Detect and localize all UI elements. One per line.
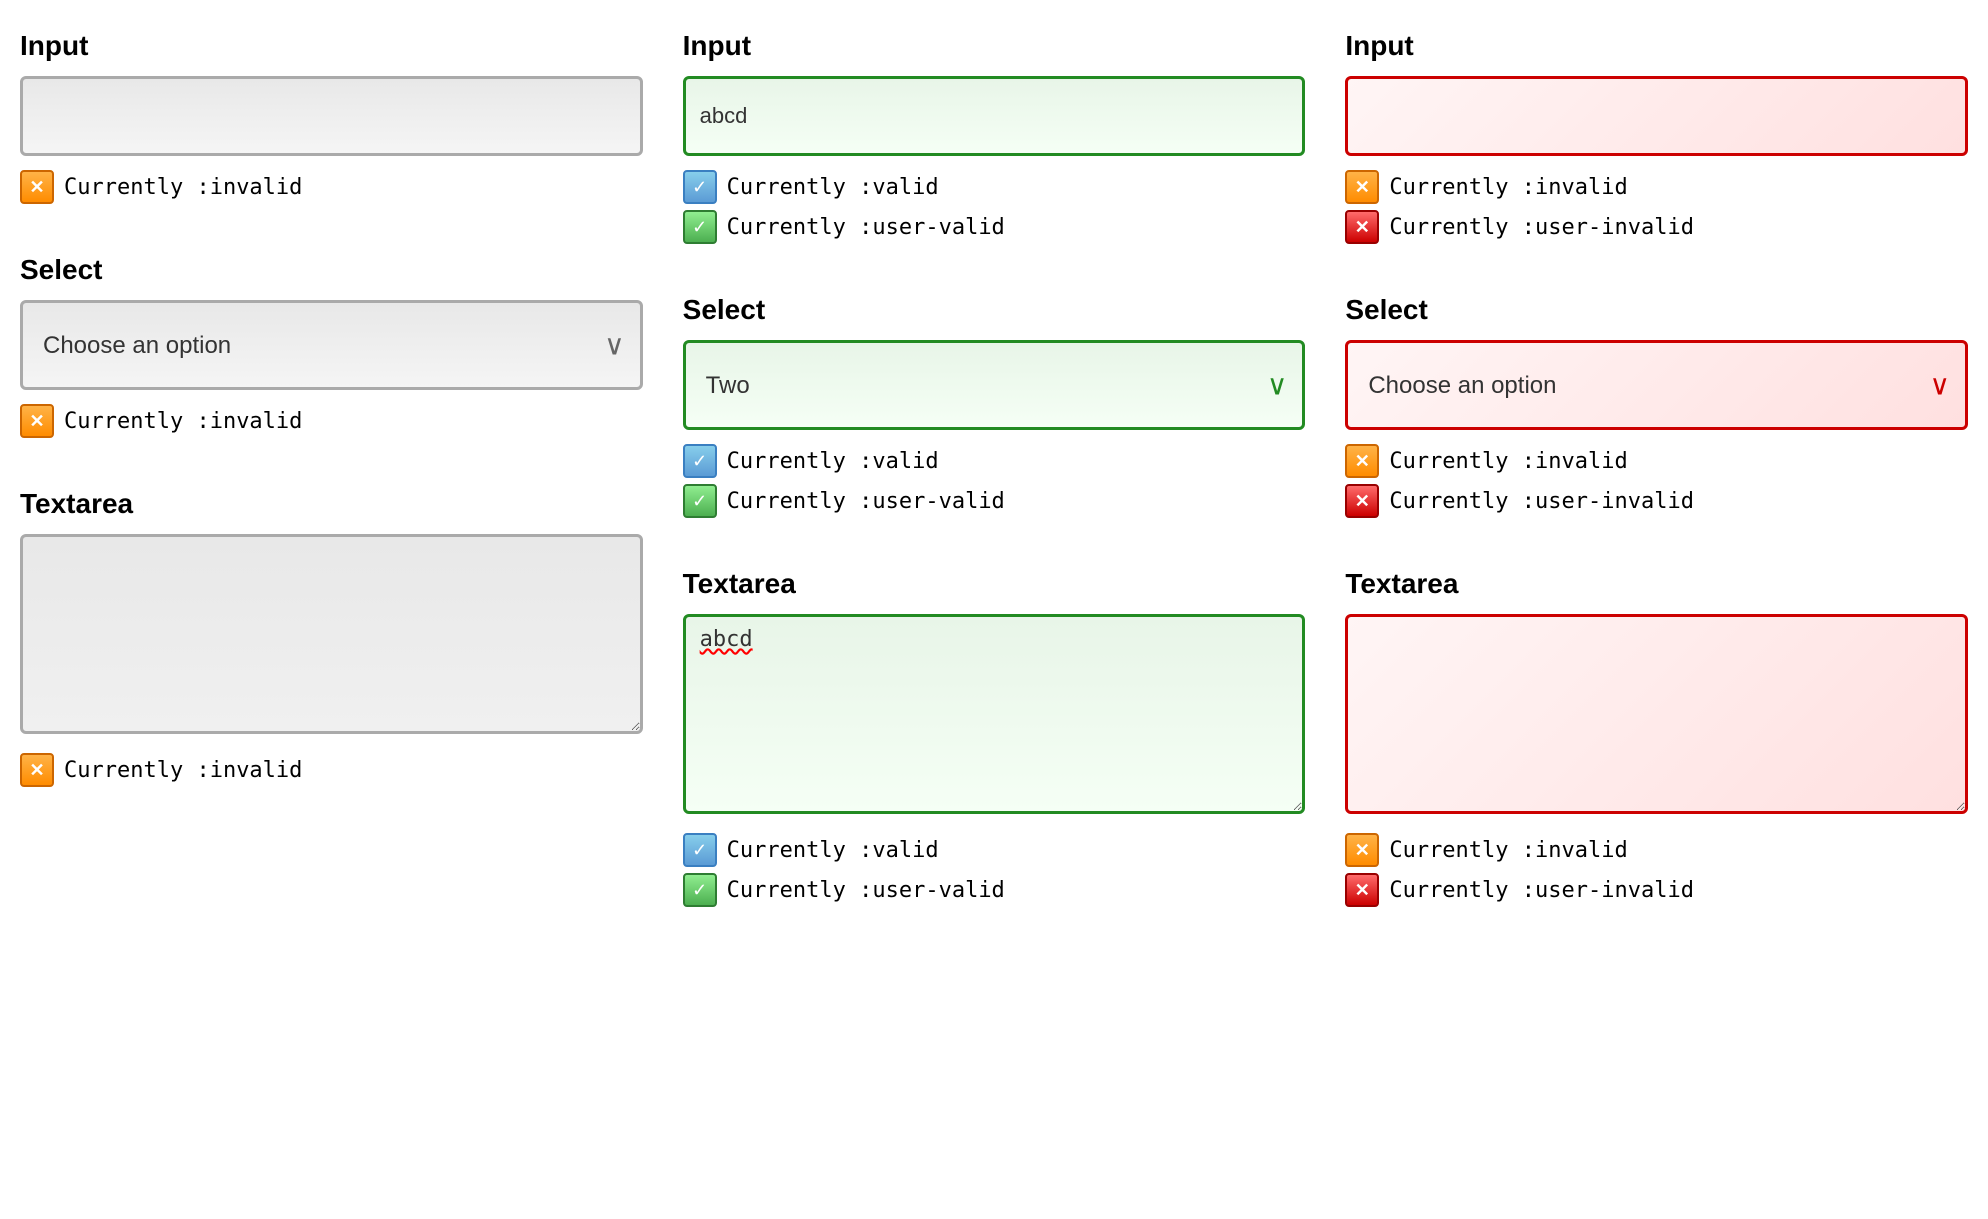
status-item: ✕ Currently :invalid	[20, 753, 643, 787]
select-wrapper-invalid: Choose an option One Two Three ∨	[1345, 340, 1968, 430]
status-list-textarea-invalid: ✕ Currently :invalid ✕ Currently :user-i…	[1345, 833, 1968, 907]
status-item: ✕ Currently :invalid	[20, 170, 643, 204]
textarea-invalid[interactable]	[1345, 614, 1968, 814]
status-list-select-neutral: ✕ Currently :invalid	[20, 404, 643, 438]
status-text: Currently :invalid	[1389, 838, 1627, 863]
section-title-textarea-neutral: Textarea	[20, 488, 643, 520]
status-text: Currently :valid	[727, 449, 939, 474]
section-title-select-neutral: Select	[20, 254, 643, 286]
status-text: Currently :invalid	[1389, 449, 1627, 474]
status-text: Currently :invalid	[1389, 175, 1627, 200]
section-input-invalid: Input ✕ Currently :invalid ✕ Currently :…	[1345, 30, 1968, 244]
status-item-invalid: ✕ Currently :invalid	[1345, 444, 1968, 478]
section-textarea-invalid: Textarea ✕ Currently :invalid ✕ Currentl…	[1345, 568, 1968, 907]
orange-x-icon: ✕	[20, 753, 54, 787]
status-text: Currently :invalid	[64, 409, 302, 434]
textarea-neutral[interactable]	[20, 534, 643, 734]
status-item-user-invalid: ✕ Currently :user-invalid	[1345, 484, 1968, 518]
input-invalid[interactable]	[1345, 76, 1968, 156]
status-text: Currently :user-invalid	[1389, 215, 1694, 240]
section-title-input-neutral: Input	[20, 30, 643, 62]
section-title-input-invalid: Input	[1345, 30, 1968, 62]
select-valid[interactable]: Choose an option One Two Three	[683, 340, 1306, 430]
select-invalid[interactable]: Choose an option One Two Three	[1345, 340, 1968, 430]
blue-check-icon: ✓	[683, 444, 717, 478]
status-text: Currently :valid	[727, 175, 939, 200]
orange-x-icon: ✕	[1345, 444, 1379, 478]
status-item-user-invalid: ✕ Currently :user-invalid	[1345, 873, 1968, 907]
status-text: Currently :user-valid	[727, 878, 1005, 903]
column-invalid: Input ✕ Currently :invalid ✕ Currently :…	[1345, 30, 1968, 957]
status-list-input-invalid: ✕ Currently :invalid ✕ Currently :user-i…	[1345, 170, 1968, 244]
blue-check-icon: ✓	[683, 170, 717, 204]
status-item-valid: ✓ Currently :valid	[683, 444, 1306, 478]
status-item-invalid: ✕ Currently :invalid	[1345, 170, 1968, 204]
status-text: Currently :invalid	[64, 175, 302, 200]
orange-x-icon: ✕	[1345, 833, 1379, 867]
status-list-select-valid: ✓ Currently :valid ✓ Currently :user-val…	[683, 444, 1306, 518]
section-title-textarea-invalid: Textarea	[1345, 568, 1968, 600]
status-text: Currently :user-invalid	[1389, 489, 1694, 514]
status-list-textarea-valid: ✓ Currently :valid ✓ Currently :user-val…	[683, 833, 1306, 907]
status-list-input-neutral: ✕ Currently :invalid	[20, 170, 643, 204]
input-neutral[interactable]	[20, 76, 643, 156]
orange-x-icon: ✕	[20, 404, 54, 438]
section-title-textarea-valid: Textarea	[683, 568, 1306, 600]
section-title-select-invalid: Select	[1345, 294, 1968, 326]
section-textarea-neutral: Textarea ✕ Currently :invalid	[20, 488, 643, 787]
status-text: Currently :user-valid	[727, 215, 1005, 240]
section-select-neutral: Select Choose an option One Two Three ∨ …	[20, 254, 643, 438]
column-neutral: Input ✕ Currently :invalid Select Choose…	[20, 30, 643, 957]
section-title-input-valid: Input	[683, 30, 1306, 62]
orange-x-icon: ✕	[20, 170, 54, 204]
status-text: Currently :user-valid	[727, 489, 1005, 514]
status-list-select-invalid: ✕ Currently :invalid ✕ Currently :user-i…	[1345, 444, 1968, 518]
status-text: Currently :invalid	[64, 758, 302, 783]
section-select-invalid: Select Choose an option One Two Three ∨ …	[1345, 294, 1968, 518]
status-item-user-valid: ✓ Currently :user-valid	[683, 873, 1306, 907]
status-item-user-valid: ✓ Currently :user-valid	[683, 484, 1306, 518]
status-item-user-valid: ✓ Currently :user-valid	[683, 210, 1306, 244]
status-item: ✕ Currently :invalid	[20, 404, 643, 438]
red-x-icon: ✕	[1345, 873, 1379, 907]
red-x-icon: ✕	[1345, 484, 1379, 518]
section-title-select-valid: Select	[683, 294, 1306, 326]
orange-x-icon: ✕	[1345, 170, 1379, 204]
section-input-valid: Input ✓ Currently :valid ✓ Currently :us…	[683, 30, 1306, 244]
green-check-icon: ✓	[683, 484, 717, 518]
column-valid: Input ✓ Currently :valid ✓ Currently :us…	[683, 30, 1306, 957]
section-input-neutral: Input ✕ Currently :invalid	[20, 30, 643, 204]
status-list-textarea-neutral: ✕ Currently :invalid	[20, 753, 643, 787]
textarea-valid[interactable]: abcd	[683, 614, 1306, 814]
status-list-input-valid: ✓ Currently :valid ✓ Currently :user-val…	[683, 170, 1306, 244]
section-select-valid: Select Choose an option One Two Three ∨ …	[683, 294, 1306, 518]
status-item-invalid: ✕ Currently :invalid	[1345, 833, 1968, 867]
blue-check-icon: ✓	[683, 833, 717, 867]
select-neutral[interactable]: Choose an option One Two Three	[20, 300, 643, 390]
green-check-icon: ✓	[683, 873, 717, 907]
status-item-valid: ✓ Currently :valid	[683, 833, 1306, 867]
section-textarea-valid: Textarea abcd ✓ Currently :valid ✓ Curre…	[683, 568, 1306, 907]
status-text: Currently :valid	[727, 838, 939, 863]
status-text: Currently :user-invalid	[1389, 878, 1694, 903]
status-item-valid: ✓ Currently :valid	[683, 170, 1306, 204]
select-wrapper-valid: Choose an option One Two Three ∨	[683, 340, 1306, 430]
input-valid[interactable]	[683, 76, 1306, 156]
status-item-user-invalid: ✕ Currently :user-invalid	[1345, 210, 1968, 244]
green-check-icon: ✓	[683, 210, 717, 244]
select-wrapper-neutral: Choose an option One Two Three ∨	[20, 300, 643, 390]
main-grid: Input ✕ Currently :invalid Select Choose…	[20, 30, 1968, 957]
red-x-icon: ✕	[1345, 210, 1379, 244]
